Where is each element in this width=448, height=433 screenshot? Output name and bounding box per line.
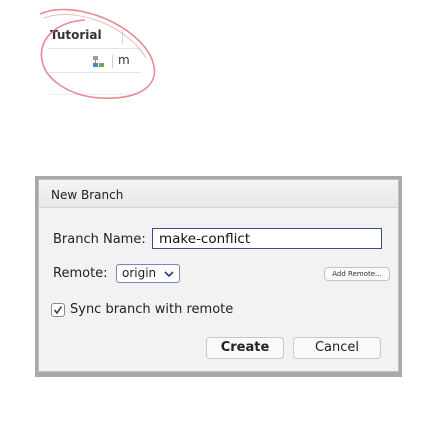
branch-icon[interactable] xyxy=(92,54,106,68)
remote-select-value: origin xyxy=(122,266,157,280)
remote-select[interactable]: origin xyxy=(116,264,180,283)
dialog-title-bar[interactable]: New Branch xyxy=(39,180,398,208)
branch-name-input[interactable] xyxy=(152,228,382,249)
branch-name-label: Branch Name: xyxy=(53,232,146,247)
toolbar-separator xyxy=(112,55,113,68)
tab-separator xyxy=(122,30,123,44)
checkmark-icon xyxy=(53,306,63,315)
add-remote-button[interactable]: Add Remote... xyxy=(324,267,390,281)
cancel-button[interactable]: Cancel xyxy=(293,337,381,359)
dialog-title: New Branch xyxy=(51,188,124,202)
remote-label: Remote: xyxy=(53,266,108,281)
chevron-down-icon xyxy=(164,268,174,278)
background-screenshot-fragment: Tutorial m xyxy=(0,0,170,110)
list-item xyxy=(48,74,140,95)
git-toolbar: m xyxy=(48,50,140,73)
toolbar-label: m xyxy=(118,53,130,67)
create-button[interactable]: Create xyxy=(206,337,284,359)
sync-checkbox-label[interactable]: Sync branch with remote xyxy=(70,302,233,317)
sync-checkbox[interactable] xyxy=(51,303,65,317)
new-branch-dialog: New Branch Branch Name: Remote: origin A… xyxy=(38,179,399,372)
tab-tutorial-label: Tutorial xyxy=(50,28,102,42)
tab-tutorial[interactable]: Tutorial xyxy=(48,26,140,49)
